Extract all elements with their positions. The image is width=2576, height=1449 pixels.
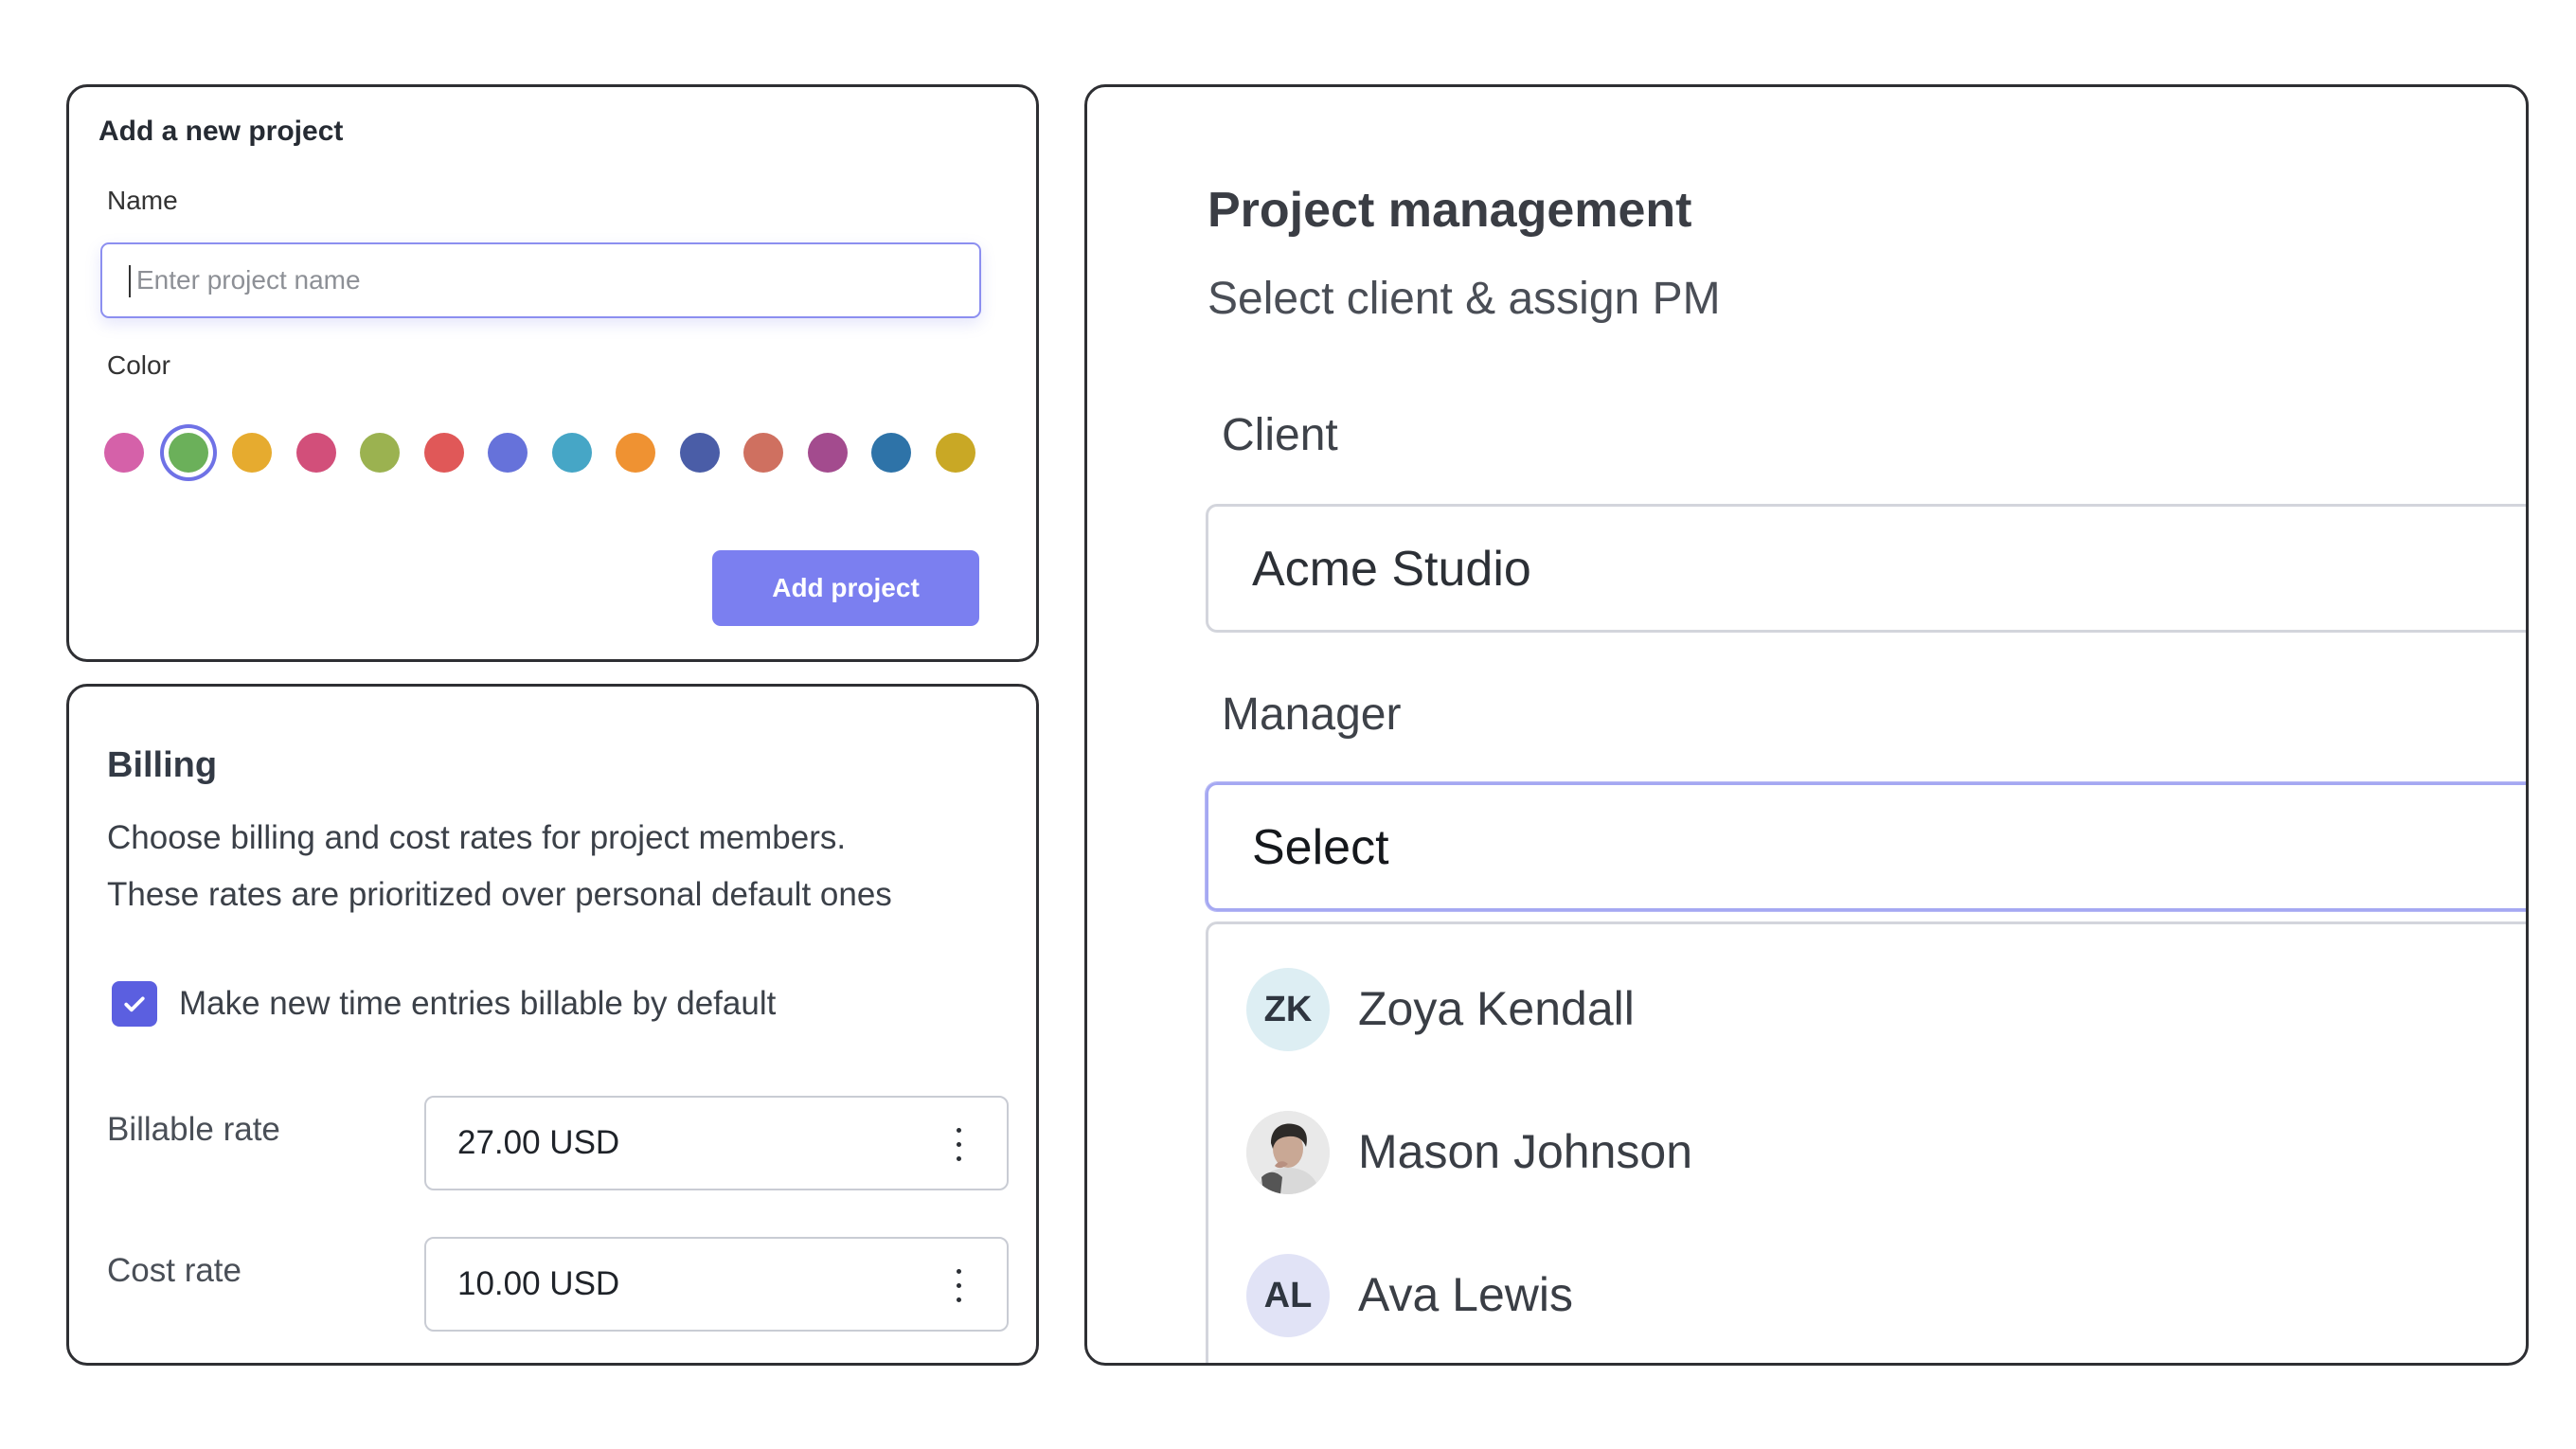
more-options-icon[interactable] bbox=[954, 1128, 963, 1162]
billable-rate-field[interactable]: 27.00 USD bbox=[424, 1096, 1009, 1190]
avatar bbox=[1246, 1111, 1330, 1194]
add-project-button[interactable]: Add project bbox=[712, 550, 979, 626]
manager-value: Select bbox=[1252, 820, 1389, 875]
cost-rate-label: Cost rate bbox=[107, 1252, 242, 1289]
color-swatch[interactable] bbox=[871, 433, 911, 473]
name-label: Name bbox=[107, 186, 178, 215]
client-label: Client bbox=[1222, 410, 1338, 460]
person-photo-icon bbox=[1246, 1111, 1330, 1194]
manager-option[interactable]: AL Ava Lewis bbox=[1246, 1254, 2383, 1339]
avatar: AL bbox=[1246, 1254, 1330, 1337]
color-swatch[interactable] bbox=[807, 433, 848, 473]
project-name-input[interactable] bbox=[136, 258, 951, 303]
manager-option[interactable]: Mason Johnson bbox=[1246, 1111, 2383, 1196]
billable-default-checkbox[interactable] bbox=[112, 981, 157, 1027]
manager-name: Ava Lewis bbox=[1358, 1268, 1573, 1321]
color-label: Color bbox=[107, 350, 170, 380]
color-swatch-picker bbox=[100, 423, 1010, 480]
color-swatch[interactable] bbox=[423, 433, 464, 473]
pm-subtitle: Select client & assign PM bbox=[1208, 274, 1721, 324]
manager-name: Mason Johnson bbox=[1358, 1125, 1693, 1178]
color-swatch[interactable] bbox=[104, 433, 144, 473]
avatar: ZK bbox=[1246, 968, 1330, 1051]
cost-rate-value: 10.00 USD bbox=[457, 1265, 620, 1302]
manager-option[interactable]: ZK Zoya Kendall bbox=[1246, 968, 2383, 1053]
color-swatch[interactable] bbox=[935, 433, 975, 473]
color-swatch[interactable] bbox=[360, 433, 400, 473]
billable-default-label[interactable]: Make new time entries billable by defaul… bbox=[179, 981, 776, 1027]
color-swatch[interactable] bbox=[295, 433, 336, 473]
color-swatch[interactable] bbox=[551, 433, 592, 473]
color-swatch[interactable] bbox=[743, 433, 783, 473]
manager-label: Manager bbox=[1222, 689, 1402, 740]
billable-rate-label: Billable rate bbox=[107, 1111, 280, 1148]
project-management-card: Project management Select client & assig… bbox=[1084, 84, 2529, 1366]
client-select[interactable]: Acme Studio bbox=[1206, 504, 2526, 633]
manager-dropdown-list: ZK Zoya Kendall Mason Johnson AL Ava Lew… bbox=[1206, 921, 2526, 1363]
color-swatch[interactable] bbox=[168, 433, 208, 473]
color-swatch[interactable] bbox=[232, 433, 272, 473]
manager-name: Zoya Kendall bbox=[1358, 982, 1635, 1035]
checkmark-icon bbox=[124, 996, 145, 1012]
add-project-title: Add a new project bbox=[98, 116, 344, 147]
billing-title: Billing bbox=[107, 745, 218, 785]
pm-title: Project management bbox=[1208, 183, 1692, 238]
cost-rate-field[interactable]: 10.00 USD bbox=[424, 1237, 1009, 1332]
text-caret bbox=[129, 265, 131, 297]
more-options-icon[interactable] bbox=[954, 1269, 963, 1303]
color-swatch[interactable] bbox=[488, 433, 528, 473]
project-name-field[interactable] bbox=[100, 242, 981, 318]
billing-description: Choose billing and cost rates for projec… bbox=[107, 810, 1016, 923]
color-swatch[interactable] bbox=[616, 433, 655, 473]
billable-rate-value: 27.00 USD bbox=[457, 1124, 620, 1161]
billing-card: Billing Choose billing and cost rates fo… bbox=[66, 684, 1039, 1366]
billing-description-line: Choose billing and cost rates for projec… bbox=[107, 819, 847, 856]
client-value: Acme Studio bbox=[1252, 542, 1531, 597]
manager-select[interactable]: Select bbox=[1206, 782, 2526, 911]
add-project-card: Add a new project Name Color Add project bbox=[66, 84, 1039, 662]
color-swatch[interactable] bbox=[679, 433, 720, 473]
billing-description-line: These rates are prioritized over persona… bbox=[107, 876, 892, 913]
